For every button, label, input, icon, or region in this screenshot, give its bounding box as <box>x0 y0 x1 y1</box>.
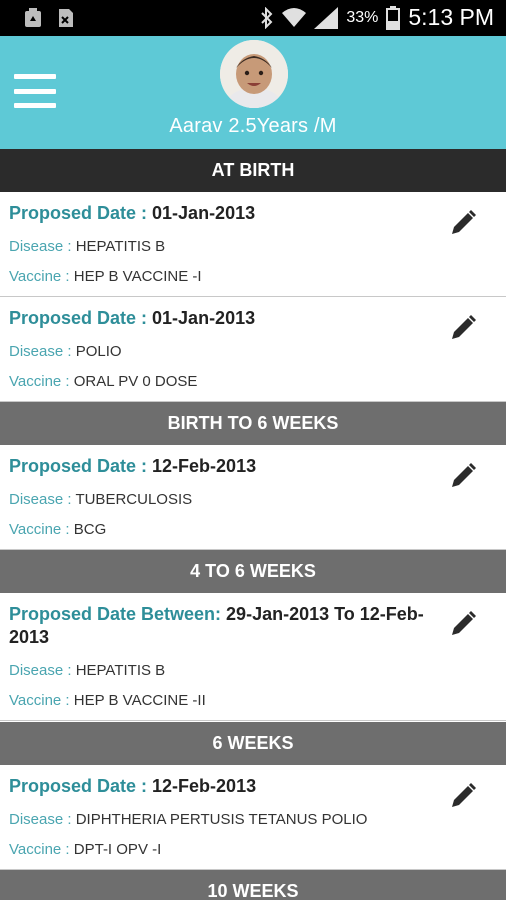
proposed-date: Proposed Date Between: 29-Jan-2013 To 12… <box>9 604 424 647</box>
edit-pencil-icon[interactable] <box>448 208 478 238</box>
proposed-date: Proposed Date : 12-Feb-2013 <box>9 776 257 796</box>
edit-pencil-icon[interactable] <box>448 609 478 639</box>
section-header: AT BIRTH <box>0 149 506 192</box>
disease-line: Disease : DIPHTHERIA PERTUSIS TETANUS PO… <box>9 811 368 828</box>
disease-line: Disease : HEPATITIS B <box>9 238 166 255</box>
app-header: Aarav 2.5Years /M <box>0 36 506 149</box>
disease-line: Disease : POLIO <box>9 343 122 360</box>
section-header: 10 WEEKS <box>0 870 506 900</box>
system-icons: 33% 5:13 PM <box>260 4 494 31</box>
wifi-icon <box>282 7 307 27</box>
vaccine-row[interactable]: Proposed Date : 01-Jan-2013 Disease : HE… <box>0 192 506 297</box>
sd-card-icon <box>59 9 73 27</box>
section-header: 6 WEEKS <box>0 722 506 765</box>
vaccine-row[interactable]: Proposed Date : 01-Jan-2013 Disease : PO… <box>0 297 506 402</box>
vaccine-line: Vaccine : HEP B VACCINE -II <box>9 692 206 709</box>
battery-percent: 33% <box>346 8 379 26</box>
disease-line: Disease : HEPATITIS B <box>9 662 166 679</box>
vaccine-row[interactable]: Proposed Date : 12-Feb-2013 Disease : DI… <box>0 765 506 870</box>
child-name: Aarav 2.5Years /M <box>169 115 337 137</box>
notification-icons <box>24 8 76 28</box>
proposed-date: Proposed Date : 12-Feb-2013 <box>9 456 257 476</box>
disease-line: Disease : TUBERCULOSIS <box>9 491 193 508</box>
proposed-date: Proposed Date : 01-Jan-2013 <box>9 308 256 328</box>
vaccine-line: Vaccine : DPT-I OPV -I <box>9 841 162 858</box>
vaccine-row[interactable]: Proposed Date Between: 29-Jan-2013 To 12… <box>0 593 506 721</box>
clock: 5:13 PM <box>408 4 494 30</box>
status-bar: 33% 5:13 PM <box>0 0 506 36</box>
recycle-notification-icon <box>25 8 41 27</box>
bluetooth-icon <box>261 6 273 29</box>
battery-icon <box>386 5 401 30</box>
edit-pencil-icon[interactable] <box>448 781 478 811</box>
edit-pencil-icon[interactable] <box>448 313 478 343</box>
vaccine-line: Vaccine : HEP B VACCINE -I <box>9 268 202 285</box>
child-photo <box>220 40 288 108</box>
proposed-date: Proposed Date : 01-Jan-2013 <box>9 203 256 223</box>
vaccine-line: Vaccine : ORAL PV 0 DOSE <box>9 373 198 390</box>
vaccine-row[interactable]: Proposed Date : 12-Feb-2013 Disease : TU… <box>0 445 506 550</box>
edit-pencil-icon[interactable] <box>448 461 478 491</box>
vaccine-line: Vaccine : BCG <box>9 521 107 538</box>
avatar[interactable] <box>220 40 288 108</box>
hamburger-menu-icon[interactable] <box>14 74 56 108</box>
section-header: BIRTH TO 6 WEEKS <box>0 402 506 445</box>
section-header: 4 TO 6 WEEKS <box>0 550 506 593</box>
signal-icon <box>314 6 339 29</box>
